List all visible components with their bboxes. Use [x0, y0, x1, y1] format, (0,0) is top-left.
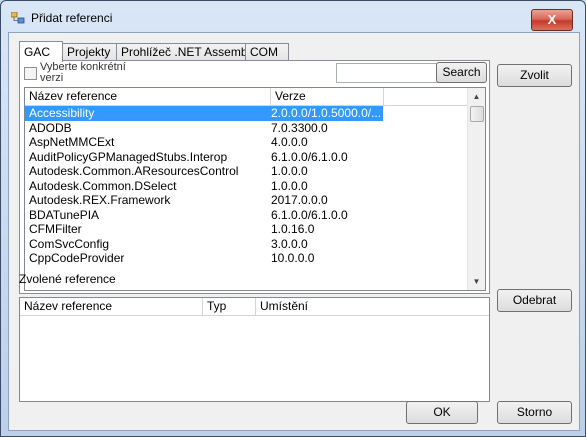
reference-version: 3.0.0.0	[271, 236, 308, 251]
search-input[interactable]	[336, 63, 438, 83]
close-icon: X	[547, 12, 557, 27]
list-header: Název reference Verze	[25, 88, 470, 106]
list-item[interactable]: CppCodeProvider 10.0.0.0	[25, 251, 470, 266]
add-reference-dialog: Přidat referenci X GAC Projekty Prohlíže…	[0, 0, 586, 437]
reference-name: Autodesk.REX.Framework	[29, 193, 171, 207]
reference-name: Accessibility	[29, 106, 95, 120]
tab-gac[interactable]: GAC	[19, 41, 63, 62]
tab-label: GAC	[24, 45, 51, 59]
vertical-scrollbar[interactable]: ▲ ▼	[467, 88, 485, 290]
reference-name: BDATunePIA	[29, 207, 100, 222]
reference-version: 6.1.0.0/6.1.0.0	[271, 149, 348, 164]
selected-references-list[interactable]: Název reference Typ Umístění	[19, 297, 490, 402]
list-item[interactable]: Autodesk.Common.AResourcesControl 1.0.0.0	[25, 164, 470, 179]
app-icon	[11, 12, 25, 24]
reference-version: 4.0.0.0	[271, 135, 308, 149]
reference-version: 1.0.0.0	[271, 164, 308, 178]
reference-version: 6.1.0.0/6.1.0.0	[271, 207, 348, 222]
cancel-button[interactable]: Storno	[497, 401, 572, 424]
tab-label: COM	[250, 45, 278, 59]
column-header-type[interactable]: Typ	[203, 298, 256, 315]
remove-button[interactable]: Odebrat	[497, 289, 572, 312]
list-item[interactable]: CFMFilter 1.0.16.0	[25, 222, 470, 237]
tab-net-assembly-browser[interactable]: Prohlížeč .NET Assembly	[116, 43, 256, 61]
list-item[interactable]: AspNetMMCExt 4.0.0.0	[25, 135, 470, 150]
list-item[interactable]: AuditPolicyGPManagedStubs.Interop 6.1.0.0…	[25, 150, 470, 165]
search-button[interactable]: Search	[436, 62, 487, 83]
reference-name: CFMFilter	[29, 222, 82, 236]
reference-name: ComSvcConfig	[29, 236, 110, 251]
tab-com[interactable]: COM	[245, 43, 289, 61]
reference-list[interactable]: Název reference Verze Accessibility 2.0.0…	[24, 87, 486, 291]
reference-name: AspNetMMCExt	[29, 135, 115, 149]
reference-version: 1.0.0.0	[271, 178, 308, 193]
list-item[interactable]: BDATunePIA 6.1.0.0/6.1.0.0	[25, 208, 470, 223]
window-title: Přidat referenci	[31, 11, 113, 25]
list-item[interactable]: ADODB 7.0.3300.0	[25, 121, 470, 136]
list-item[interactable]: ComSvcConfig 3.0.0.0	[25, 237, 470, 252]
choose-button[interactable]: Zvolit	[497, 64, 572, 87]
scroll-down-icon[interactable]: ▼	[468, 273, 485, 290]
tab-projects[interactable]: Projekty	[62, 43, 117, 61]
list-item[interactable]: Accessibility 2.0.0.0/1.0.5000.0/...	[25, 106, 383, 121]
reference-name: Autodesk.Common.AResourcesControl	[29, 164, 239, 178]
dialog-body: GAC Projekty Prohlížeč .NET Assembly COM…	[8, 32, 580, 431]
specific-version-label: Vyberte konkrétní verzi	[40, 61, 126, 84]
reference-version: 2017.0.0.0	[271, 193, 328, 207]
reference-name: AuditPolicyGPManagedStubs.Interop	[29, 149, 228, 164]
scroll-up-icon[interactable]: ▲	[468, 88, 485, 105]
column-header-name[interactable]: Název reference	[25, 88, 271, 105]
column-header-name[interactable]: Název reference	[20, 298, 203, 315]
reference-version: 1.0.16.0	[271, 222, 315, 236]
list-rows: Accessibility 2.0.0.0/1.0.5000.0/... ADODB…	[25, 106, 470, 266]
reference-version: 10.0.0.0	[271, 251, 315, 265]
column-header-location[interactable]: Umístění	[256, 298, 489, 315]
tab-label: Projekty	[67, 45, 111, 59]
list-item[interactable]: Autodesk.REX.Framework 2017.0.0.0	[25, 193, 470, 208]
reference-name: ADODB	[29, 120, 72, 135]
selected-list-header: Název reference Typ Umístění	[20, 298, 489, 316]
reference-version: 7.0.3300.0	[271, 120, 328, 135]
title-bar[interactable]: Přidat referenci X	[1, 1, 585, 33]
gac-tab-panel: Vyberte konkrétní verzi Search Název ref…	[19, 60, 490, 294]
list-item[interactable]: Autodesk.Common.DSelect 1.0.0.0	[25, 179, 470, 194]
ok-button[interactable]: OK	[406, 401, 478, 424]
column-header-version[interactable]: Verze	[271, 88, 384, 105]
scroll-thumb[interactable]	[470, 106, 484, 122]
close-button[interactable]: X	[531, 9, 573, 31]
selected-references-label: Zvolené reference	[19, 272, 116, 286]
tab-label: Prohlížeč .NET Assembly	[121, 45, 257, 59]
reference-version: 2.0.0.0/1.0.5000.0/...	[271, 106, 382, 120]
reference-name: Autodesk.Common.DSelect	[29, 178, 177, 193]
reference-name: CppCodeProvider	[29, 251, 125, 265]
specific-version-checkbox[interactable]	[24, 67, 37, 80]
